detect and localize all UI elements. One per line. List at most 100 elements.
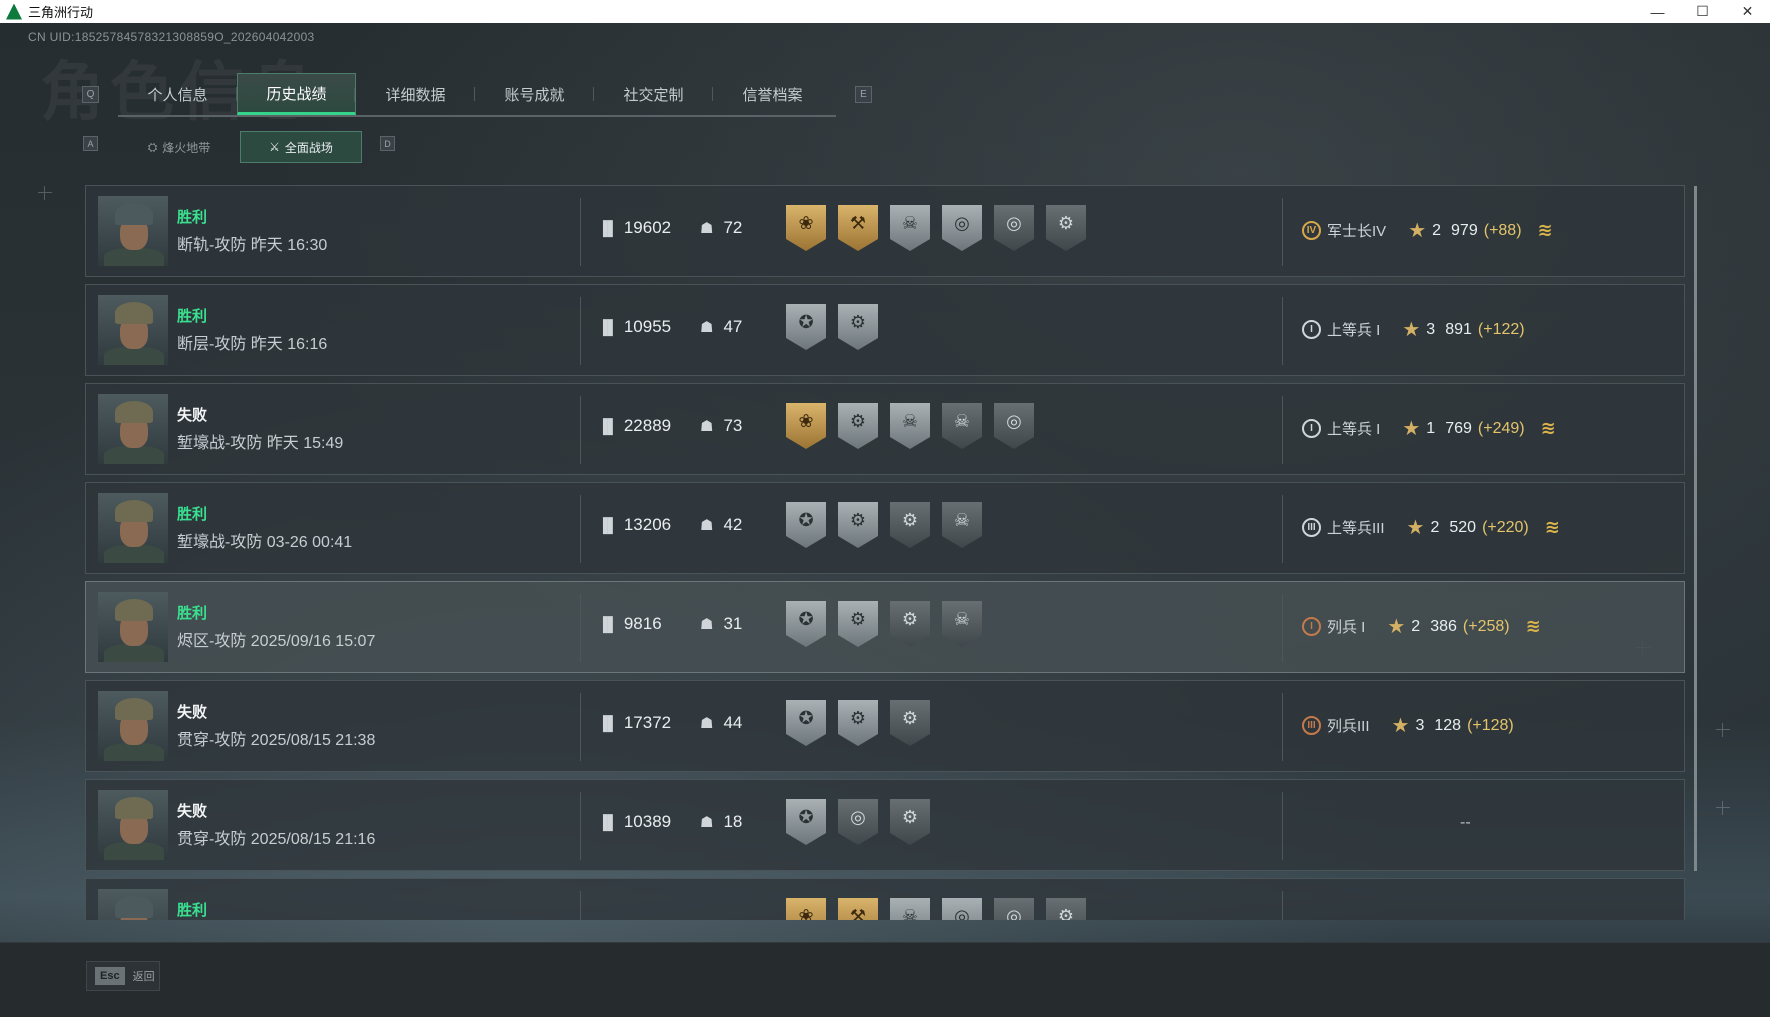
stars-count: 1 xyxy=(1426,419,1436,437)
medal-badge-icon[interactable]: ◎ xyxy=(942,898,982,920)
rank-tier-icon: IV xyxy=(1302,221,1321,240)
medal-badge-icon[interactable]: ⚙ xyxy=(1046,205,1086,251)
kills-stat: ☗ 47 xyxy=(700,317,742,337)
medal-badge-icon[interactable]: ⚒ xyxy=(838,898,878,920)
star-icon: ★ xyxy=(1408,220,1427,242)
medal-badge-icon[interactable]: ✪ xyxy=(786,502,826,548)
medal-badge-icon[interactable]: ⚙ xyxy=(890,502,930,548)
back-button[interactable]: Esc 返回 xyxy=(86,961,160,991)
medal-badge-icon[interactable]: ☠ xyxy=(942,601,982,647)
match-row[interactable]: 胜利 断轨-攻防 昨天 16:30 ▐▌ 19602 ☗ 72 ❀ ⚒ ☠ ◎ ◎ ⚙ IV 军士长IV ★… xyxy=(85,185,1685,277)
match-result: 失败 xyxy=(177,803,208,820)
medal-badge-icon[interactable]: ⚙ xyxy=(838,403,878,449)
rank-points: 769 xyxy=(1445,419,1472,437)
tab-personal-info[interactable]: 个人信息 xyxy=(118,73,237,115)
match-row[interactable]: 胜利 堑壕战-攻防 03-26 00:41 ▐▌ 13206 ☗ 42 ✪ ⚙ ⚙ ☠ III 上等兵… xyxy=(85,482,1685,574)
rank-info: I 列兵 I ★ 2 386 (+258) ≋ xyxy=(1302,614,1541,639)
close-button[interactable]: ✕ xyxy=(1725,0,1770,23)
tab-match-history[interactable]: 历史战绩 xyxy=(237,73,356,115)
row-divider xyxy=(1282,891,1283,920)
window-controls: — ☐ ✕ xyxy=(1635,0,1770,23)
rank-tier-icon: I xyxy=(1302,617,1321,636)
star-icon: ★ xyxy=(1406,517,1425,539)
rank-points: 979 xyxy=(1451,221,1478,239)
tab-next-key[interactable]: E xyxy=(855,86,872,103)
rank-info: IV 军士长IV ★ 2 979 (+88) ≋ xyxy=(1302,218,1553,243)
medal-badge-icon[interactable]: ☠ xyxy=(890,403,930,449)
medal-badge-icon[interactable]: ✪ xyxy=(786,700,826,746)
rank-info: III 上等兵III ★ 2 520 (+220) ≋ xyxy=(1302,515,1560,540)
match-row[interactable]: 失败 贯穿-攻防 2025/08/15 21:38 ▐▌ 17372 ☗ 44 ✪ ⚙ ⚙ III… xyxy=(85,680,1685,772)
medal-badge-icon[interactable]: ⚙ xyxy=(838,700,878,746)
list-scrollbar[interactable] xyxy=(1694,186,1697,871)
tab-credit-profile[interactable]: 信誉档案 xyxy=(713,73,832,115)
rank-name: 列兵III xyxy=(1327,718,1370,735)
medal-badge-icon[interactable]: ◎ xyxy=(994,898,1034,920)
bar-chart-icon: ▐▌ xyxy=(598,418,618,434)
star-icon: ★ xyxy=(1402,319,1421,341)
match-row[interactable]: 胜利 断层-攻防 昨天 16:16 ▐▌ 10955 ☗ 47 ✪ ⚙ I 上等兵 I ★ 3 891(… xyxy=(85,284,1685,376)
subtab-prev-key[interactable]: A xyxy=(83,136,98,151)
map-and-time: 烬区-攻防 2025/09/16 15:07 xyxy=(177,633,376,650)
medal-list: ❀ ⚙ ☠ ☠ ◎ xyxy=(786,403,1034,449)
map-and-time: 堑壕战-攻防 昨天 15:49 xyxy=(177,435,344,452)
medal-badge-icon[interactable]: ❀ xyxy=(786,403,826,449)
rank-name: 列兵 I xyxy=(1327,619,1366,636)
map-and-time: 贯穿-攻防 2025/08/15 21:38 xyxy=(177,732,376,749)
medal-badge-icon[interactable]: ◎ xyxy=(942,205,982,251)
medal-list: ❀ ⚒ ☠ ◎ ◎ ⚙ xyxy=(786,205,1086,251)
medal-badge-icon[interactable]: ❀ xyxy=(786,898,826,920)
skull-icon: ☗ xyxy=(700,418,714,435)
medal-badge-icon[interactable]: ❀ xyxy=(786,205,826,251)
medal-badge-icon[interactable]: ⚙ xyxy=(1046,898,1086,920)
medal-list: ❀ ⚒ ☠ ◎ ◎ ⚙ xyxy=(786,898,1086,920)
medal-badge-icon[interactable]: ⚒ xyxy=(838,205,878,251)
window-titlebar: 三角洲行动 — ☐ ✕ xyxy=(0,0,1770,23)
subtab-battlefield[interactable]: ⚔ 全面战场 xyxy=(240,131,362,163)
footer-bar xyxy=(0,942,1770,1017)
skull-icon: ☗ xyxy=(700,517,714,534)
rank-info: III 列兵III ★ 3 128 (+128) xyxy=(1302,713,1514,738)
bar-chart-icon: ▐▌ xyxy=(598,814,618,830)
medal-badge-icon[interactable]: ☠ xyxy=(942,502,982,548)
match-row[interactable]: 胜利 ❀ ⚒ ☠ ◎ ◎ ⚙ xyxy=(85,878,1685,920)
match-result: 胜利 xyxy=(177,605,208,622)
score-stat: ▐▌ 9816 xyxy=(598,614,662,634)
medal-badge-icon[interactable]: ✪ xyxy=(786,799,826,845)
minimize-button[interactable]: — xyxy=(1635,0,1680,23)
map-and-time: 堑壕战-攻防 03-26 00:41 xyxy=(177,534,353,551)
tab-social-custom[interactable]: 社交定制 xyxy=(594,73,713,115)
score-value: 19602 xyxy=(623,218,672,237)
match-row[interactable]: 胜利 烬区-攻防 2025/09/16 15:07 ▐▌ 9816 ☗ 31 ✪ ⚙ ⚙ ☠ I 列兵… xyxy=(85,581,1685,673)
medal-badge-icon[interactable]: ⚙ xyxy=(838,601,878,647)
tab-prev-key[interactable]: Q xyxy=(82,86,99,103)
medal-badge-icon[interactable]: ◎ xyxy=(994,403,1034,449)
medal-badge-icon[interactable]: ⚙ xyxy=(890,700,930,746)
medal-badge-icon[interactable]: ☠ xyxy=(890,898,930,920)
medal-badge-icon[interactable]: ⚙ xyxy=(890,601,930,647)
medal-badge-icon[interactable]: ◎ xyxy=(994,205,1034,251)
subtab-next-key[interactable]: D xyxy=(380,136,395,151)
medal-badge-icon[interactable]: ☠ xyxy=(890,205,930,251)
maximize-button[interactable]: ☐ xyxy=(1680,0,1725,23)
subtab-fire-zone[interactable]: ⛭ 烽火地带 xyxy=(118,131,240,163)
match-row[interactable]: 失败 堑壕战-攻防 昨天 15:49 ▐▌ 22889 ☗ 73 ❀ ⚙ ☠ ☠ ◎ I 上等兵 I ★ 1… xyxy=(85,383,1685,475)
tab-detailed-data[interactable]: 详细数据 xyxy=(356,73,475,115)
main-panel: 角色信息 CN UID:18525784578321308859O_202604… xyxy=(0,23,1770,1017)
tab-achievements[interactable]: 账号成就 xyxy=(475,73,594,115)
match-history-list[interactable]: 胜利 断轨-攻防 昨天 16:30 ▐▌ 19602 ☗ 72 ❀ ⚒ ☠ ◎ ◎ ⚙ IV 军士长IV ★… xyxy=(85,185,1693,920)
medal-badge-icon[interactable]: ◎ xyxy=(838,799,878,845)
medal-badge-icon[interactable]: ☠ xyxy=(942,403,982,449)
skull-icon: ☗ xyxy=(700,715,714,732)
medal-badge-icon[interactable]: ⚙ xyxy=(890,799,930,845)
kills-stat: ☗ 42 xyxy=(700,515,742,535)
rank-points-delta: (+220) xyxy=(1482,518,1529,536)
medal-badge-icon[interactable]: ✪ xyxy=(786,601,826,647)
medal-badge-icon[interactable]: ⚙ xyxy=(838,304,878,350)
medal-badge-icon[interactable]: ⚙ xyxy=(838,502,878,548)
medal-list: ✪ ⚙ ⚙ ☠ xyxy=(786,502,982,548)
match-row[interactable]: 失败 贯穿-攻防 2025/08/15 21:16 ▐▌ 10389 ☗ 18 ✪ ◎ ⚙ -- xyxy=(85,779,1685,871)
map-and-time: 断轨-攻防 昨天 16:30 xyxy=(177,237,328,254)
medal-badge-icon[interactable]: ✪ xyxy=(786,304,826,350)
score-value: 13206 xyxy=(623,515,672,534)
